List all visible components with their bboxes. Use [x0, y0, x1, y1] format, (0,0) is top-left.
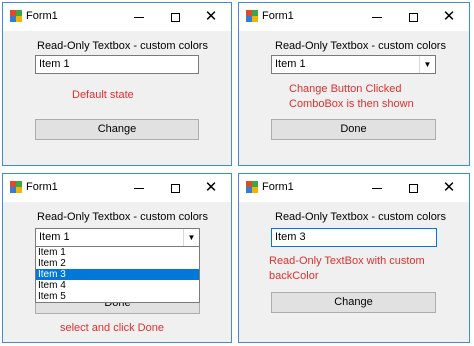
title-bar[interactable]: Form1 ✕ — [3, 174, 231, 202]
chevron-down-icon[interactable]: ▼ — [419, 56, 435, 73]
maximize-button[interactable] — [157, 174, 193, 202]
window-title: Form1 — [262, 10, 294, 22]
maximize-button[interactable] — [157, 3, 193, 31]
readonly-textbox[interactable]: Item 1 — [35, 55, 199, 74]
done-button[interactable]: Done — [271, 119, 436, 140]
state-note: Change Button Clicked ComboBox is then s… — [289, 83, 414, 110]
dropdown-item[interactable]: Item 4 — [36, 280, 199, 291]
window-title: Form1 — [26, 10, 58, 22]
minimize-button[interactable] — [359, 174, 395, 202]
close-icon: ✕ — [442, 8, 456, 25]
minimize-icon — [134, 16, 144, 18]
caption-label: Read-Only Textbox - custom colors — [37, 40, 208, 52]
item-combobox[interactable]: Item 1 ▼ — [35, 228, 200, 247]
maximize-icon — [408, 183, 418, 193]
dropdown-item[interactable]: Item 2 — [36, 258, 199, 269]
caption-label: Read-Only Textbox - custom colors — [275, 40, 446, 52]
title-bar[interactable]: Form1 ✕ — [3, 3, 231, 31]
change-button[interactable]: Change — [271, 292, 436, 313]
maximize-button[interactable] — [395, 174, 431, 202]
close-button[interactable]: ✕ — [193, 174, 229, 202]
form-window-dropdown-open: Form1 ✕ Read-Only Textbox - custom color… — [2, 173, 232, 343]
maximize-icon — [170, 183, 180, 193]
state-note: Read-Only TextBox with custom backColor — [269, 255, 425, 282]
form-app-icon — [246, 181, 258, 193]
close-button[interactable]: ✕ — [193, 3, 229, 31]
minimize-icon — [372, 187, 382, 189]
minimize-icon — [372, 16, 382, 18]
window-title: Form1 — [262, 181, 294, 193]
combobox-dropdown-list[interactable]: Item 1 Item 2 Item 3 Item 4 Item 5 — [35, 246, 200, 303]
caption-label: Read-Only Textbox - custom colors — [37, 211, 208, 223]
minimize-button[interactable] — [359, 3, 395, 31]
maximize-button[interactable] — [395, 3, 431, 31]
change-button[interactable]: Change — [35, 119, 199, 140]
close-button[interactable]: ✕ — [431, 174, 467, 202]
item-combobox[interactable]: Item 1 ▼ — [271, 55, 436, 74]
window-title: Form1 — [26, 181, 58, 193]
close-icon: ✕ — [204, 8, 218, 25]
maximize-icon — [408, 12, 418, 22]
maximize-icon — [170, 12, 180, 22]
combobox-value: Item 1 — [39, 231, 70, 243]
form-app-icon — [10, 10, 22, 22]
form-window-default: Form1 ✕ Read-Only Textbox - custom color… — [2, 2, 232, 166]
caption-label: Read-Only Textbox - custom colors — [275, 211, 446, 223]
state-note: Default state — [72, 89, 134, 101]
state-note: select and click Done — [60, 322, 164, 334]
close-icon: ✕ — [442, 179, 456, 196]
title-bar[interactable]: Form1 ✕ — [239, 174, 469, 202]
form-app-icon — [246, 10, 258, 22]
close-icon: ✕ — [204, 179, 218, 196]
dropdown-item-selected[interactable]: Item 3 — [36, 269, 199, 280]
minimize-button[interactable] — [121, 174, 157, 202]
form-window-result: Form1 ✕ Read-Only Textbox - custom color… — [238, 173, 470, 343]
readonly-textbox[interactable]: Item 3 — [271, 228, 437, 247]
form-window-combo-shown: Form1 ✕ Read-Only Textbox - custom color… — [238, 2, 470, 166]
dropdown-item[interactable]: Item 5 — [36, 291, 199, 302]
minimize-button[interactable] — [121, 3, 157, 31]
minimize-icon — [134, 187, 144, 189]
combobox-value: Item 1 — [275, 58, 306, 70]
dropdown-item[interactable]: Item 1 — [36, 247, 199, 258]
form-app-icon — [10, 181, 22, 193]
title-bar[interactable]: Form1 ✕ — [239, 3, 469, 31]
close-button[interactable]: ✕ — [431, 3, 467, 31]
chevron-down-icon[interactable]: ▼ — [183, 229, 199, 246]
